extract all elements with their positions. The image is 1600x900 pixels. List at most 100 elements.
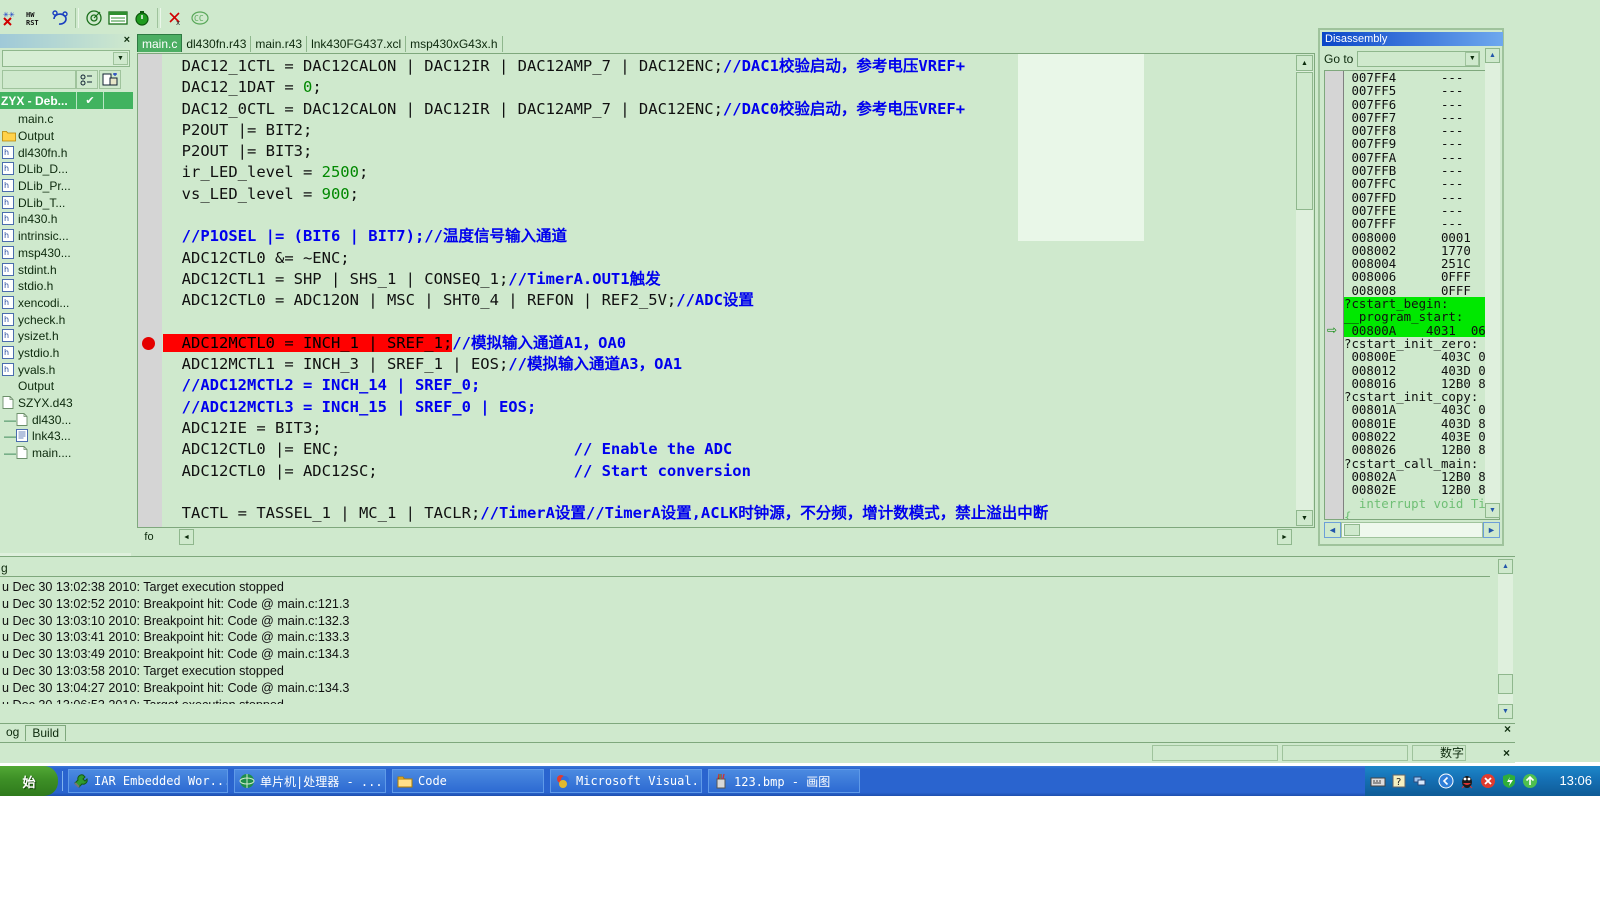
log-vscrollbar[interactable]: ▲ ▼ — [1498, 559, 1513, 719]
disassembly-current-instruction[interactable]: 00800A 4031 060 — [1344, 323, 1499, 337]
scroll-left-icon[interactable]: ◄ — [179, 529, 194, 545]
disassembly-label-current[interactable]: ?cstart_begin: — [1344, 297, 1499, 310]
network-icon[interactable] — [1412, 773, 1428, 789]
tree-item[interactable]: Output — [0, 378, 131, 395]
code-line[interactable]: DAC12_1CTL = DAC12CALON | DAC12IR | DAC1… — [163, 56, 1294, 77]
target-icon[interactable] — [82, 7, 106, 29]
code-text[interactable]: DAC12_1CTL = DAC12CALON | DAC12IR | DAC1… — [163, 54, 1294, 527]
tree-item[interactable]: SZYX.d43 — [0, 395, 131, 412]
vscroll-thumb[interactable] — [1296, 72, 1313, 210]
disassembly-source-line[interactable]: { — [1344, 509, 1499, 519]
disassembly-row[interactable]: 008006 0FFF — [1344, 270, 1499, 284]
disassembly-row[interactable]: 007FFC --- — [1344, 177, 1499, 191]
chevron-down-icon[interactable]: ▼ — [1465, 51, 1480, 66]
code-line[interactable]: ADC12IE = BIT3; — [163, 418, 1294, 439]
code-line[interactable]: ir_LED_level = 2500; — [163, 162, 1294, 183]
scroll-up-icon[interactable]: ▲ — [1498, 559, 1513, 574]
tree-item[interactable]: h DLib_Pr... — [0, 178, 131, 195]
scroll-right-icon[interactable]: ► — [1483, 522, 1500, 538]
code-line[interactable]: DAC12_0CTL = DAC12CALON | DAC12IR | DAC1… — [163, 99, 1294, 120]
log-close-icon[interactable]: × — [1504, 722, 1511, 736]
tree-item[interactable]: h xencodi... — [0, 295, 131, 312]
disassembly-label[interactable]: ?cstart_init_copy: — [1344, 390, 1499, 404]
log-row[interactable]: u Dec 30 13:02:38 2010: Target execution… — [0, 579, 1486, 596]
log-row[interactable]: u Dec 30 13:03:41 2010: Breakpoint hit: … — [0, 629, 1486, 646]
tree-item[interactable]: h DLib_D... — [0, 161, 131, 178]
close-icon[interactable]: × — [124, 34, 130, 47]
tree-item[interactable]: h in430.h — [0, 211, 131, 228]
tree-item[interactable]: Output — [0, 128, 131, 145]
make-icon[interactable] — [99, 70, 121, 89]
disassembly-row[interactable]: 008004 251C — [1344, 257, 1499, 271]
code-line[interactable]: DAC12_1DAT = 0; — [163, 77, 1294, 98]
disassembly-row[interactable]: 008008 0FFF — [1344, 283, 1499, 297]
log-row[interactable]: u Dec 30 13:04:27 2010: Breakpoint hit: … — [0, 680, 1486, 697]
disassembly-row[interactable]: 007FFE --- — [1344, 204, 1499, 218]
start-button[interactable]: 始 — [0, 766, 58, 796]
project-tree[interactable]: main.c Output h dl430fn.h h DLib_D... h DLib_Pr… — [0, 111, 131, 551]
code-line[interactable]: ADC12CTL0 &= ~ENC; — [163, 248, 1294, 269]
taskbar-item[interactable]: IAR Embedded Wor... — [68, 769, 228, 793]
editor-vscrollbar[interactable]: ▲ ▼ — [1296, 55, 1313, 526]
tree-item[interactable]: h ysizet.h — [0, 328, 131, 345]
tree-item[interactable]: h intrinsic... — [0, 228, 131, 245]
disassembly-row[interactable]: 008016 12B0 88E — [1344, 377, 1499, 391]
memory-icon[interactable] — [106, 7, 130, 29]
log-row[interactable]: u Dec 30 13:03:10 2010: Breakpoint hit: … — [0, 613, 1486, 630]
show-hidden-icon[interactable] — [1438, 773, 1454, 789]
disassembly-gutter[interactable]: ⇨ — [1325, 71, 1344, 519]
tree-item[interactable]: h DLib_T... — [0, 194, 131, 211]
disassembly-row[interactable]: 008000 0001 — [1344, 230, 1499, 244]
taskbar-item[interactable]: 123.bmp - 画图 — [708, 769, 860, 793]
disassembly-row[interactable]: 007FFD --- — [1344, 190, 1499, 204]
tree-item[interactable]: h msp430... — [0, 245, 131, 262]
editor-hscrollbar[interactable]: fo ◄ ► — [137, 529, 1315, 546]
log-row[interactable]: u Dec 30 13:03:49 2010: Breakpoint hit: … — [0, 646, 1486, 663]
disassembly-hscrollbar[interactable]: ◄ ► — [1324, 522, 1500, 538]
disassembly-row[interactable]: 00800E 403C 020 — [1344, 350, 1499, 364]
disassembly-source-line[interactable]: interrupt void Ti — [1344, 496, 1499, 510]
code-line[interactable] — [163, 312, 1294, 333]
shield-green-icon[interactable] — [1501, 773, 1517, 789]
disassembly-row[interactable]: 008012 403D 036 — [1344, 363, 1499, 377]
log-row[interactable]: u Dec 30 13:03:58 2010: Target execution… — [0, 663, 1486, 680]
tree-item[interactable]: h ycheck.h — [0, 311, 131, 328]
scroll-up-icon[interactable]: ▲ — [1485, 48, 1500, 63]
scroll-up-icon[interactable]: ▲ — [1296, 55, 1313, 71]
goto-input[interactable]: ▼ — [1357, 50, 1481, 67]
log-tab[interactable]: Build — [25, 724, 67, 741]
log-tabstrip[interactable]: og Build — [0, 723, 1515, 741]
disassembly-row[interactable]: 00802E 12B0 893 — [1344, 483, 1499, 497]
chevron-down-icon[interactable]: ▼ — [113, 52, 128, 65]
tree-item[interactable]: h yvals.h — [0, 361, 131, 378]
disassembly-row[interactable]: 007FFB --- — [1344, 164, 1499, 178]
disassembly-row[interactable]: 007FF7 --- — [1344, 111, 1499, 125]
hscroll-track[interactable] — [1341, 522, 1483, 538]
disassembly-row[interactable]: 008002 1770 — [1344, 244, 1499, 258]
status-close-icon[interactable]: × — [1503, 745, 1510, 761]
tree-item[interactable]: — dl430... — [0, 411, 131, 428]
scroll-down-icon[interactable]: ▼ — [1296, 510, 1313, 526]
tree-item[interactable]: h ystdio.h — [0, 345, 131, 362]
code-coverage-icon[interactable]: CC — [188, 7, 212, 29]
disassembly-row[interactable]: 008026 12B0 892 — [1344, 443, 1499, 457]
toggle-breakpoint-icon[interactable]: ✳✳ — [0, 7, 24, 29]
disassembly-row[interactable]: 00802A 12B0 85C — [1344, 470, 1499, 484]
disassembly-row[interactable]: 008022 403E 000 — [1344, 430, 1499, 444]
tree-item[interactable]: h dl430fn.h — [0, 144, 131, 161]
tree-item[interactable]: main.c — [0, 111, 131, 128]
log-vscroll-thumb[interactable] — [1498, 674, 1513, 694]
code-line[interactable]: //P1OSEL |= (BIT6 | BIT7);//温度信号输入通道 — [163, 226, 1294, 247]
qq-penguin-icon[interactable] — [1459, 773, 1475, 789]
disassembly-row[interactable]: 007FF9 --- — [1344, 137, 1499, 151]
disassembly-row[interactable]: 00801A 403C 020 — [1344, 403, 1499, 417]
code-line[interactable]: ADC12CTL0 |= ADC12SC; // Start conversio… — [163, 461, 1294, 482]
tree-item[interactable]: h stdint.h — [0, 261, 131, 278]
breakpoint-marker[interactable] — [142, 336, 155, 350]
code-line[interactable]: //ADC12MCTL2 = INCH_14 | SREF_0; — [163, 375, 1294, 396]
taskbar-item[interactable]: Microsoft Visual... — [550, 769, 702, 793]
tree-item[interactable]: h stdio.h — [0, 278, 131, 295]
workspace-combo[interactable]: ▼ — [2, 50, 130, 67]
editor-tab[interactable]: dl430fn.r43 — [182, 36, 252, 52]
disassembly-vscrollbar[interactable]: ▲ ▼ — [1485, 48, 1500, 518]
